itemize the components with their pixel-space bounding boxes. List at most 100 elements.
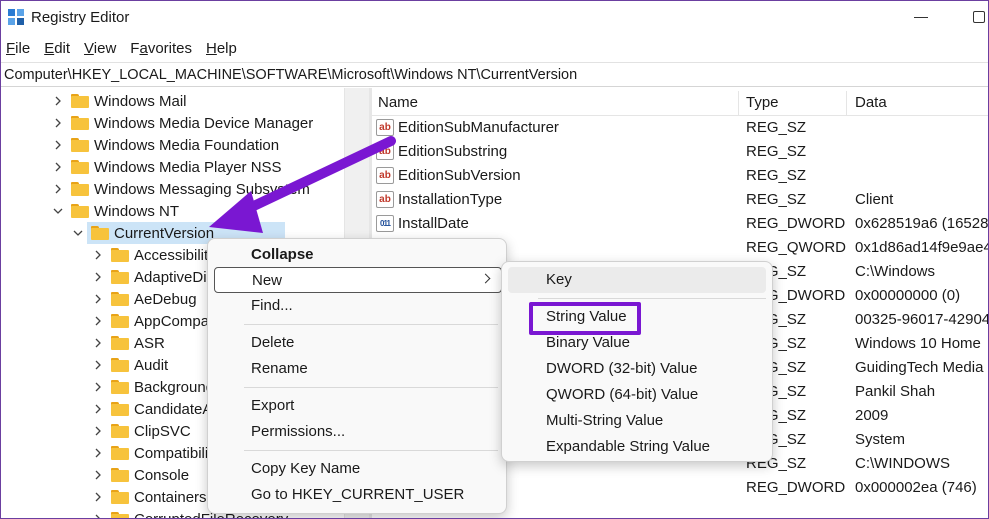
value-row[interactable]: ab EditionSubstring REG_SZ bbox=[372, 140, 988, 164]
column-separator[interactable] bbox=[846, 91, 847, 115]
menu-item-collapse[interactable]: Collapse bbox=[214, 242, 502, 268]
tree-item-label: ASR bbox=[134, 334, 165, 352]
chevron-right-icon[interactable] bbox=[93, 492, 103, 502]
value-type: REG_DWORD bbox=[746, 215, 846, 232]
folder-icon bbox=[111, 402, 129, 416]
menu-item-copy-key-name[interactable]: Copy Key Name bbox=[214, 456, 502, 482]
value-type: REG_QWORD bbox=[746, 239, 847, 256]
tree-item[interactable]: AeDebug bbox=[93, 288, 197, 310]
tree-item-label: Accessibility bbox=[134, 246, 216, 264]
menu-item-label: Permissions... bbox=[251, 423, 346, 440]
chevron-down-icon[interactable] bbox=[73, 228, 83, 238]
value-data: 0x00000000 (0) bbox=[855, 287, 961, 304]
column-header-name[interactable]: Name bbox=[378, 94, 418, 111]
menu-separator bbox=[244, 450, 498, 451]
tree-item[interactable]: Console bbox=[93, 464, 189, 486]
chevron-right-icon[interactable] bbox=[93, 448, 103, 458]
window-title: Registry Editor bbox=[31, 9, 130, 26]
address-bar[interactable]: Computer\HKEY_LOCAL_MACHINE\SOFTWARE\Mic… bbox=[1, 62, 988, 87]
menu-favorites[interactable]: Favorites bbox=[125, 37, 192, 61]
tree-item[interactable]: Windows Messaging Subsystem bbox=[53, 178, 310, 200]
tree-item-label: Windows Mail bbox=[94, 92, 187, 110]
folder-icon bbox=[111, 468, 129, 482]
chevron-right-icon[interactable] bbox=[53, 140, 63, 150]
registry-editor-icon bbox=[8, 9, 24, 25]
value-row[interactable]: ab EditionSubManufacturer REG_SZ bbox=[372, 116, 988, 140]
value-name: EditionSubVersion bbox=[398, 167, 521, 184]
menu-item-label: Rename bbox=[251, 360, 308, 377]
chevron-right-icon[interactable] bbox=[93, 316, 103, 326]
tree-item[interactable]: Containers bbox=[93, 486, 207, 508]
menu-item-label: Key bbox=[546, 271, 572, 288]
folder-icon bbox=[111, 270, 129, 284]
menu-file[interactable]: File bbox=[1, 37, 30, 61]
column-separator[interactable] bbox=[738, 91, 739, 115]
value-name: EditionSubstring bbox=[398, 143, 508, 160]
tree-item[interactable]: Windows Media Foundation bbox=[53, 134, 279, 156]
chevron-right-icon[interactable] bbox=[93, 338, 103, 348]
tree-item-label: Containers bbox=[134, 488, 207, 506]
value-type: REG_SZ bbox=[746, 167, 807, 184]
string-value-icon: ab bbox=[376, 167, 394, 184]
tree-item[interactable]: ClipSVC bbox=[93, 420, 191, 442]
chevron-right-icon[interactable] bbox=[93, 426, 103, 436]
chevron-right-icon[interactable] bbox=[53, 184, 63, 194]
chevron-down-icon[interactable] bbox=[53, 206, 63, 216]
tree-item[interactable]: Windows Mail bbox=[53, 90, 187, 112]
chevron-right-icon[interactable] bbox=[93, 272, 103, 282]
chevron-right-icon[interactable] bbox=[53, 118, 63, 128]
submenu-item-multi-string-value[interactable]: Multi-String Value bbox=[508, 408, 766, 434]
minimize-button[interactable] bbox=[914, 17, 928, 18]
maximize-button[interactable] bbox=[973, 11, 985, 23]
tree-item[interactable]: Audit bbox=[93, 354, 168, 376]
tree-item[interactable]: CurrentVersion bbox=[73, 222, 285, 244]
column-header-type[interactable]: Type bbox=[746, 94, 779, 111]
menu-item-label: Collapse bbox=[251, 246, 314, 263]
menu-item-new[interactable]: New bbox=[214, 267, 502, 293]
chevron-right-icon[interactable] bbox=[93, 250, 103, 260]
menu-item-delete[interactable]: Delete bbox=[214, 330, 502, 356]
chevron-right-icon[interactable] bbox=[93, 404, 103, 414]
value-data: C:\Windows bbox=[855, 263, 936, 280]
tree-item[interactable]: Windows NT bbox=[53, 200, 179, 222]
submenu-item-qword-value[interactable]: QWORD (64-bit) Value bbox=[508, 382, 766, 408]
address-path[interactable]: Computer\HKEY_LOCAL_MACHINE\SOFTWARE\Mic… bbox=[4, 67, 577, 83]
column-header-data[interactable]: Data bbox=[855, 94, 887, 111]
chevron-right-icon[interactable] bbox=[53, 162, 63, 172]
menu-item-go-to-hkcu[interactable]: Go to HKEY_CURRENT_USER bbox=[214, 482, 502, 508]
menu-item-find[interactable]: Find... bbox=[214, 293, 502, 319]
value-row[interactable]: ab InstallationType REG_SZ Client bbox=[372, 188, 988, 212]
menu-item-rename[interactable]: Rename bbox=[214, 356, 502, 382]
chevron-right-icon[interactable] bbox=[93, 382, 103, 392]
submenu-item-expandable-string-value[interactable]: Expandable String Value bbox=[508, 434, 766, 460]
folder-icon bbox=[111, 314, 129, 328]
tree-item[interactable]: Accessibility bbox=[93, 244, 216, 266]
tree-item-label: ClipSVC bbox=[134, 422, 191, 440]
value-type: REG_SZ bbox=[746, 143, 807, 160]
menu-item-label: Export bbox=[251, 397, 295, 414]
menu-view[interactable]: View bbox=[79, 37, 116, 61]
binary-value-icon: 011 bbox=[376, 215, 394, 232]
registry-editor-window: Registry Editor File Edit View Favorites… bbox=[0, 0, 989, 519]
tree-item-label: Audit bbox=[134, 356, 169, 374]
submenu-item-key[interactable]: Key bbox=[508, 267, 766, 293]
menu-item-label: Binary Value bbox=[546, 334, 630, 351]
menu-item-export[interactable]: Export bbox=[214, 393, 502, 419]
menu-edit[interactable]: Edit bbox=[39, 37, 70, 61]
menu-help[interactable]: Help bbox=[201, 37, 237, 61]
tree-item[interactable]: Windows Media Device Manager bbox=[53, 112, 313, 134]
menu-separator bbox=[538, 298, 766, 299]
tree-item[interactable]: ASR bbox=[93, 332, 165, 354]
chevron-right-icon[interactable] bbox=[93, 514, 103, 519]
value-row[interactable]: 011 InstallDate REG_DWORD 0x628519a6 (16528… bbox=[372, 212, 988, 236]
submenu-item-dword-value[interactable]: DWORD (32-bit) Value bbox=[508, 356, 766, 382]
value-name: InstallationType bbox=[398, 191, 503, 208]
value-row[interactable]: ab EditionSubVersion REG_SZ bbox=[372, 164, 988, 188]
chevron-right-icon[interactable] bbox=[53, 96, 63, 106]
menu-item-permissions[interactable]: Permissions... bbox=[214, 419, 502, 445]
chevron-right-icon[interactable] bbox=[93, 360, 103, 370]
tree-item-label: Windows Media Player NSS bbox=[94, 158, 282, 176]
chevron-right-icon[interactable] bbox=[93, 470, 103, 480]
tree-item[interactable]: Windows Media Player NSS bbox=[53, 156, 282, 178]
chevron-right-icon[interactable] bbox=[93, 294, 103, 304]
